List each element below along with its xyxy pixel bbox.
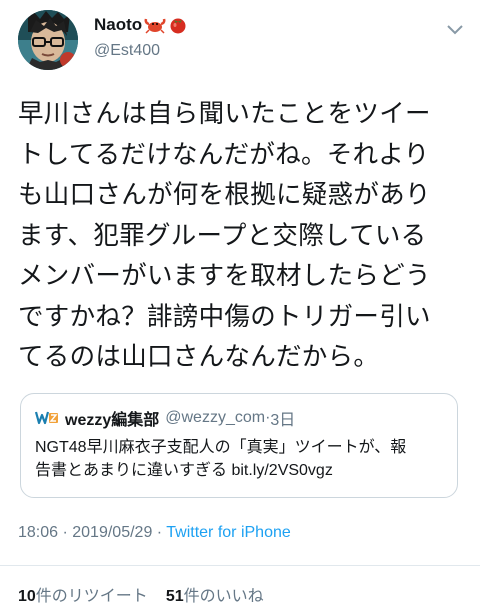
tweet-text-line: トしてるだけなんだがね。それより bbox=[18, 139, 430, 170]
quoted-tweet-header: wezzy編集部 @wezzy_com · 3日 bbox=[35, 406, 295, 430]
quoted-time: 3日 bbox=[270, 412, 296, 429]
tweet-text: 早川さんは自ら聞いたことをツイー トしてるだけなんだがね。それより も山口さんが… bbox=[18, 94, 464, 378]
quoted-tweet-card[interactable]: wezzy編集部 @wezzy_com · 3日 NGT48早川麻衣子支配人の「… bbox=[20, 393, 458, 498]
chevron-down-icon[interactable] bbox=[446, 24, 464, 36]
display-name[interactable]: Naoto bbox=[94, 15, 142, 35]
wezzy-logo-icon bbox=[35, 411, 58, 425]
tweet-source-link[interactable]: Twitter for iPhone bbox=[166, 524, 291, 541]
likes-count: 51 bbox=[165, 588, 184, 605]
tweet-text-line: ですかね？誹謗中傷のトリガー引い bbox=[18, 301, 431, 332]
tomato-icon bbox=[168, 16, 188, 34]
tweet-detail: Naoto @Est400 早川さんは自ら聞いたことをツイー トしてるだけなんだ… bbox=[0, 0, 480, 610]
avatar[interactable] bbox=[18, 10, 78, 70]
tweet-text-line: も山口さんが何を根拠に疑惑があり bbox=[18, 180, 431, 210]
crab-icon bbox=[144, 16, 166, 34]
retweets-label: 件のリツイート bbox=[35, 588, 148, 605]
quoted-tweet-text: NGT48早川麻衣子支配人の「真実」ツイートが、報 告書とあまりに違いすぎる b… bbox=[35, 436, 445, 482]
tweet-text-line: てるのは山口さんなんだから。 bbox=[18, 342, 380, 372]
display-name-row: Naoto bbox=[94, 14, 188, 36]
avatar-illustration bbox=[18, 10, 78, 70]
quoted-author-name[interactable]: wezzy編集部 bbox=[65, 406, 159, 430]
tweet-text-line: ます、犯罪グループと交際している bbox=[18, 220, 427, 251]
tweet-header: Naoto @Est400 bbox=[18, 10, 468, 72]
tweet-text-line: 早川さんは自ら聞いたことをツイー bbox=[18, 99, 431, 129]
likes-stat[interactable]: 51件のいいね bbox=[166, 588, 264, 605]
retweets-stat[interactable]: 10件のリツイート bbox=[18, 588, 148, 605]
tweet-text-line: メンバーがいますを取材したらどう bbox=[18, 261, 431, 291]
divider bbox=[0, 565, 480, 566]
handle[interactable]: @Est400 bbox=[94, 42, 188, 60]
quoted-author-handle: @wezzy_com bbox=[165, 409, 266, 426]
author-names: Naoto @Est400 bbox=[94, 14, 188, 60]
retweets-count: 10 bbox=[18, 588, 36, 605]
tweet-timestamp[interactable]: 18:06 · 2019/05/29 · bbox=[18, 524, 166, 541]
quoted-text-line: 告書とあまりに違いすぎる bit.ly/2VS0vgz bbox=[35, 462, 333, 479]
tweet-meta: 18:06 · 2019/05/29 · Twitter for iPhone bbox=[18, 524, 291, 542]
quoted-text-line: NGT48早川麻衣子支配人の「真実」ツイートが、報 bbox=[35, 439, 407, 456]
likes-label: 件のいいね bbox=[183, 588, 264, 605]
tweet-stats: 10件のリツイート 51件のいいね bbox=[18, 582, 264, 606]
